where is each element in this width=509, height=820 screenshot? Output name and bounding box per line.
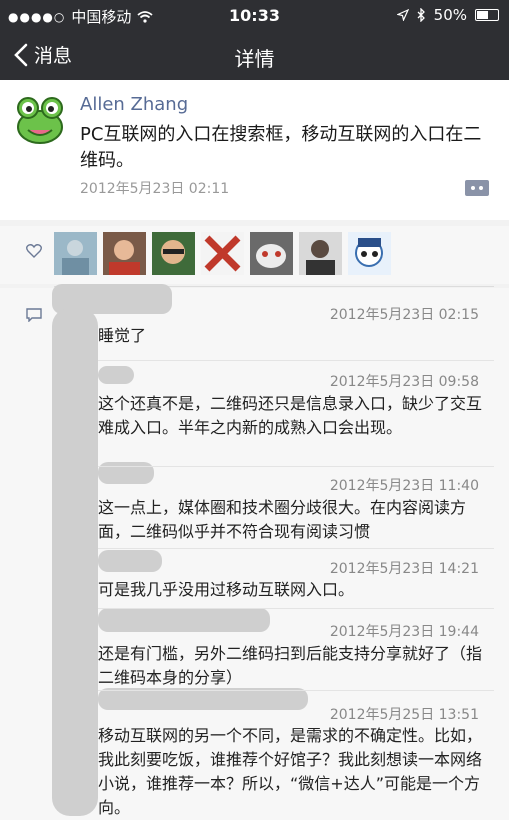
redacted-commenter [98, 608, 270, 632]
comment-time: 2012年5月23日 19:44 [329, 624, 479, 640]
liker-avatar[interactable] [103, 232, 146, 275]
liker-avatar[interactable] [54, 232, 97, 275]
comment-item[interactable]: 这个还真不是，二维码还只是信息录入口，缺少了交互难成入口。半年之内新的成熟入口会… [98, 392, 486, 440]
location-arrow-icon [396, 9, 409, 21]
comment-divider [98, 608, 494, 609]
bluetooth-icon [417, 8, 425, 22]
comment-item[interactable]: 可是我几乎没用过移动互联网入口。 [98, 578, 486, 602]
comment-time: 2012年5月23日 09:58 [329, 374, 479, 390]
comment-item[interactable]: 这一点上，媒体圈和技术圈分歧很大。在内容阅读方面，二维码似乎并不符合现有阅读习惯 [98, 496, 486, 544]
frog-avatar[interactable] [14, 94, 66, 146]
comment-text: 睡觉了 [98, 326, 147, 345]
liker-avatar[interactable] [299, 232, 342, 275]
comment-item[interactable]: 睡觉了 [98, 324, 486, 348]
nav-bar: 消息 详情 [0, 32, 509, 80]
comment-text: 可是我几乎没用过移动互联网入口。 [98, 580, 355, 599]
comment-time: 2012年5月23日 11:40 [329, 478, 479, 494]
comment-list: 2012年5月23日 02:15 睡觉了 2012年5月23日 09:58 这个… [0, 284, 509, 820]
liker-avatar[interactable] [348, 232, 391, 275]
post-time: 2012年5月23日 02:11 [80, 181, 230, 197]
liker-avatars [54, 232, 391, 275]
status-bar: ●●●●○ 中国移动 10:33 50% [0, 0, 509, 32]
comment-text: 移动互联网的另一个不同，是需求的不确定性。比如，我此刻要吃饭，谁推荐个好馆子？我… [98, 726, 483, 817]
comment-icon [26, 308, 42, 322]
comment-text: 这一点上，媒体圈和技术圈分歧很大。在内容阅读方面，二维码似乎并不符合现有阅读习惯 [98, 498, 467, 541]
status-right: 50% [396, 6, 499, 24]
comment-time: 2012年5月25日 13:51 [329, 707, 479, 723]
battery-fill [477, 11, 488, 19]
battery-icon [475, 9, 499, 21]
redacted-commenter [52, 308, 98, 816]
liker-avatar[interactable] [250, 232, 293, 275]
post-text: PC互联网的入口在搜索框，移动互联网的入口在二维码。 [80, 124, 482, 171]
comment-divider [98, 690, 494, 691]
liker-avatar[interactable] [201, 232, 244, 275]
comment-text: 还是有门槛，另外二维码扫到后能支持分享就好了（指二维码本身的分享） [98, 644, 483, 687]
redacted-commenter [98, 688, 308, 710]
liker-avatar[interactable] [152, 232, 195, 275]
redacted-commenter [98, 550, 162, 572]
comment-text: 这个还真不是，二维码还只是信息录入口，缺少了交互难成入口。半年之内新的成熟入口会… [98, 394, 483, 437]
more-dots-icon[interactable] [465, 180, 489, 196]
comment-item[interactable]: 移动互联网的另一个不同，是需求的不确定性。比如，我此刻要吃饭，谁推荐个好馆子？我… [98, 724, 486, 820]
battery-percent: 50% [433, 6, 467, 24]
heart-icon [26, 244, 42, 258]
moment-post: Allen Zhang PC互联网的入口在搜索框，移动互联网的入口在二维码。 2… [0, 80, 509, 220]
comment-item[interactable]: 还是有门槛，另外二维码扫到后能支持分享就好了（指二维码本身的分享） [98, 642, 486, 690]
comment-divider [98, 548, 494, 549]
comment-time: 2012年5月23日 14:21 [329, 561, 479, 577]
comment-divider [98, 360, 494, 361]
comment-time: 2012年5月23日 02:15 [329, 307, 479, 323]
comment-divider [98, 466, 494, 467]
page-title: 详情 [234, 47, 275, 71]
likes-row [0, 226, 509, 284]
redacted-commenter [98, 366, 134, 384]
post-author[interactable]: Allen Zhang [80, 94, 188, 115]
